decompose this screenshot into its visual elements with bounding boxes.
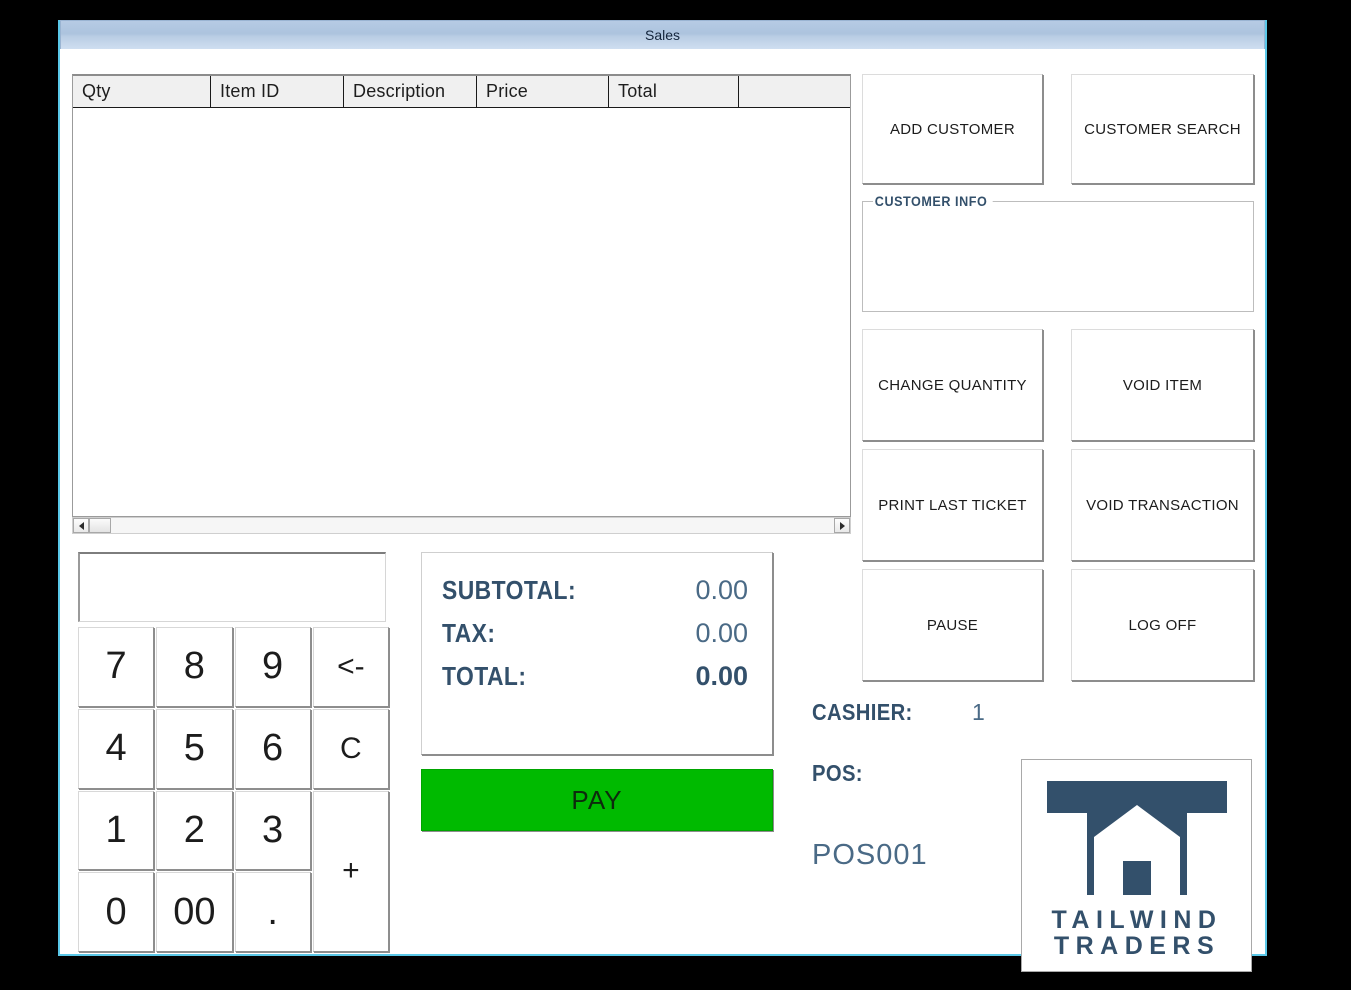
customer-info-content [863, 202, 1253, 311]
numeric-keypad: 7 8 9 <- 4 5 6 C 1 2 3 + 0 00 . [78, 627, 389, 952]
grid-body-empty[interactable] [73, 108, 850, 516]
grid-column-header-price[interactable]: Price [477, 76, 609, 107]
total-row: TOTAL: 0.00 [442, 661, 748, 692]
brand-wordmark-line1: TAILWIND [1051, 906, 1222, 934]
key-clear[interactable]: C [312, 708, 389, 789]
key-2[interactable]: 2 [156, 790, 233, 871]
scroll-left-button[interactable] [73, 518, 89, 533]
cashier-row: CASHIER: 1 [812, 699, 1112, 726]
pause-button[interactable]: PAUSE [862, 569, 1043, 681]
grid-column-header-item-id[interactable]: Item ID [211, 76, 344, 107]
brand-logo-box: TAILWIND TRADERS [1021, 759, 1252, 972]
key-7[interactable]: 7 [78, 627, 155, 707]
grid-column-header-description[interactable]: Description [344, 76, 477, 107]
triangle-left-icon [78, 521, 84, 530]
grid-column-header-total[interactable]: Total [609, 76, 739, 107]
total-value: 0.00 [695, 661, 748, 691]
void-item-button[interactable]: VOID ITEM [1071, 329, 1254, 441]
pay-button[interactable]: PAY [421, 769, 773, 831]
subtotal-label: SUBTOTAL: [442, 575, 577, 605]
print-last-ticket-button[interactable]: PRINT LAST TICKET [862, 449, 1043, 561]
key-double-zero[interactable]: 00 [156, 872, 233, 952]
tax-value: 0.00 [695, 618, 748, 648]
key-1[interactable]: 1 [78, 790, 155, 871]
brand-wordmark-line2: TRADERS [1053, 932, 1219, 958]
subtotal-value: 0.00 [695, 575, 748, 605]
window-title: Sales [644, 27, 681, 43]
cashier-value: 1 [972, 699, 985, 725]
tax-row: TAX: 0.00 [442, 618, 748, 649]
grid-header-row: Qty Item ID Description Price Total [73, 76, 850, 108]
subtotal-row: SUBTOTAL: 0.00 [442, 575, 748, 606]
add-customer-button[interactable]: ADD CUSTOMER [862, 74, 1043, 184]
pos-label: POS: [812, 760, 863, 786]
pos-id-value: POS001 [812, 839, 928, 871]
cashier-label: CASHIER: [812, 699, 913, 725]
scrollbar-track[interactable] [111, 518, 834, 533]
total-label: TOTAL: [442, 661, 527, 691]
void-transaction-button[interactable]: VOID TRANSACTION [1071, 449, 1254, 561]
key-3[interactable]: 3 [234, 790, 311, 871]
tax-label: TAX: [442, 618, 496, 648]
totals-panel: SUBTOTAL: 0.00 TAX: 0.00 TOTAL: 0.00 [421, 552, 773, 755]
key-decimal[interactable]: . [234, 872, 311, 952]
key-5[interactable]: 5 [156, 708, 233, 789]
scroll-right-button[interactable] [834, 518, 850, 533]
customer-info-groupbox: CUSTOMER INFO [862, 193, 1254, 312]
key-backspace[interactable]: <- [312, 627, 389, 707]
key-8[interactable]: 8 [156, 627, 233, 707]
keypad-display-input[interactable] [78, 552, 386, 622]
tailwind-traders-logo-icon: TAILWIND TRADERS [1046, 781, 1227, 958]
customer-search-button[interactable]: CUSTOMER SEARCH [1071, 74, 1254, 184]
grid-column-header-qty[interactable]: Qty [73, 76, 211, 107]
sales-items-grid[interactable]: Qty Item ID Description Price Total [72, 74, 851, 517]
customer-info-legend: CUSTOMER INFO [873, 193, 993, 209]
grid-horizontal-scrollbar[interactable] [72, 517, 851, 534]
key-0[interactable]: 0 [78, 872, 155, 952]
key-6[interactable]: 6 [234, 708, 311, 789]
window-title-bar: Sales [60, 20, 1265, 49]
log-off-button[interactable]: LOG OFF [1071, 569, 1254, 681]
grid-column-header-filler[interactable] [739, 76, 850, 107]
change-quantity-button[interactable]: CHANGE QUANTITY [862, 329, 1043, 441]
sales-window: Sales Qty Item ID Description Price Tota… [58, 20, 1267, 972]
triangle-right-icon [839, 521, 845, 530]
scrollbar-thumb[interactable] [89, 518, 111, 533]
window-client-area: Qty Item ID Description Price Total 7 8 … [60, 49, 1265, 972]
key-9[interactable]: 9 [234, 627, 311, 707]
key-plus[interactable]: + [312, 790, 389, 952]
key-4[interactable]: 4 [78, 708, 155, 789]
